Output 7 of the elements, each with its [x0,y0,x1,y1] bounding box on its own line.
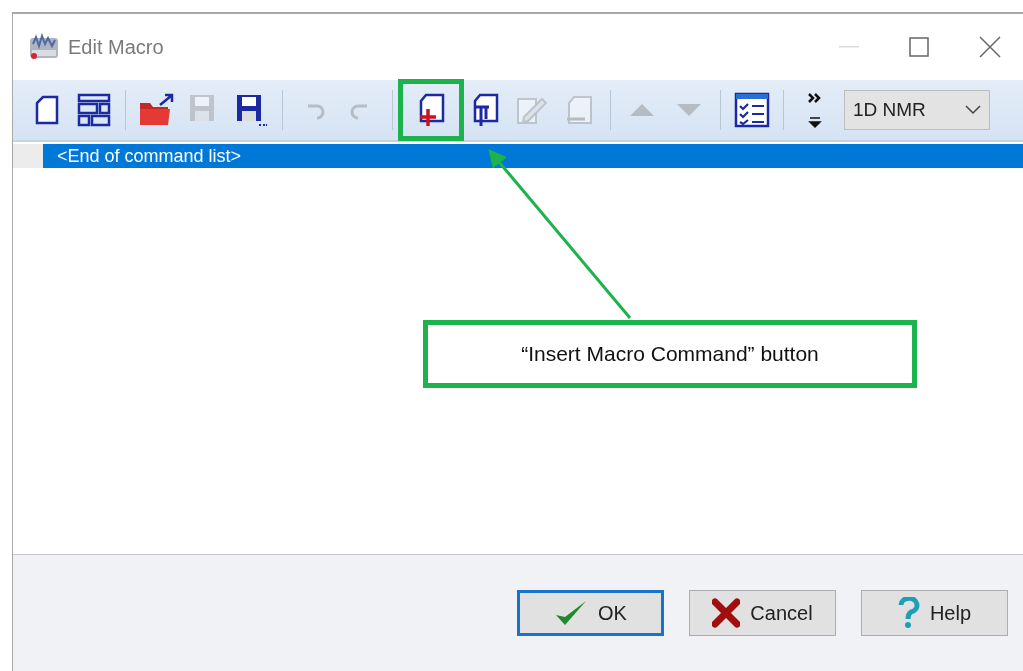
cancel-button[interactable]: Cancel [689,590,836,636]
callout: “Insert Macro Command” button [423,320,917,388]
dataset-dropdown[interactable]: 1D NMR [844,90,990,130]
command-row[interactable]: <End of command list> [43,144,1023,168]
window-title: Edit Macro [68,35,164,59]
ok-button[interactable]: OK [517,590,664,636]
help-button[interactable]: Help [861,590,1008,636]
